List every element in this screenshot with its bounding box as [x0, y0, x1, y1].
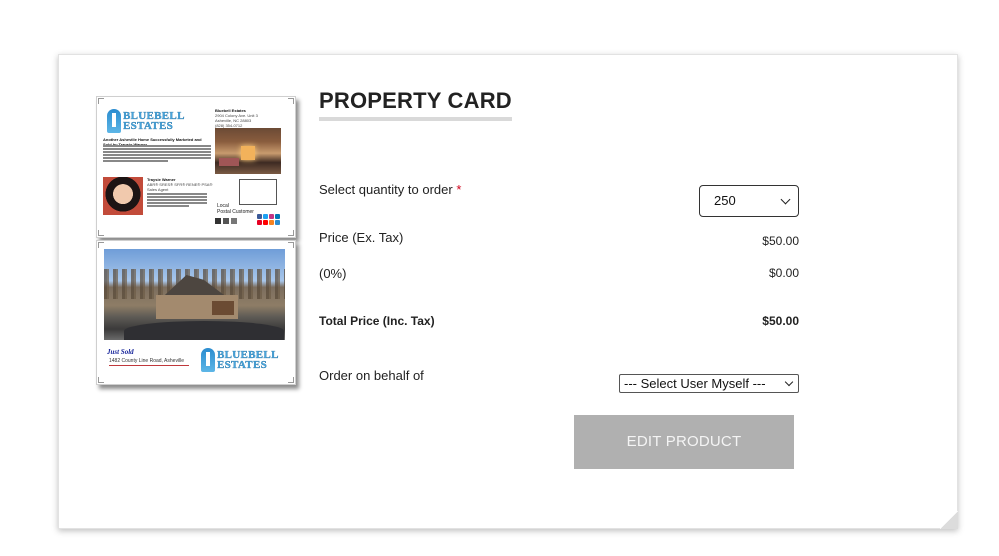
realtor-icon	[223, 218, 229, 224]
body-text-lines	[103, 145, 211, 164]
mls-icon	[231, 218, 237, 224]
quantity-label: Select quantity to order *	[319, 182, 462, 197]
crop-mark	[98, 230, 104, 236]
logo-line2: ESTATES	[123, 120, 173, 132]
bluebell-logo: BLUEBELL ESTATES	[201, 348, 279, 372]
web-icon	[275, 220, 280, 225]
order-behalf-label: Order on behalf of	[319, 368, 424, 383]
crop-mark	[288, 230, 294, 236]
crop-mark	[98, 377, 104, 383]
equal-housing-icon	[215, 218, 221, 224]
quantity-select[interactable]: 250	[699, 185, 799, 217]
price-value: $50.00	[762, 234, 799, 248]
bell-tower-icon	[201, 348, 215, 372]
crop-mark	[98, 242, 104, 248]
office-block: Bluebell Estates 2904 Colony Ave. Unit 3…	[215, 108, 283, 128]
interior-photo	[215, 128, 281, 174]
crop-mark	[288, 98, 294, 104]
crop-mark	[288, 377, 294, 383]
house-photo	[104, 249, 285, 340]
page-curl	[940, 511, 958, 529]
compliance-icons	[215, 218, 237, 224]
edit-product-button[interactable]: EDIT PRODUCT	[574, 415, 794, 469]
crop-mark	[98, 98, 104, 104]
agent-block: Traysie Warner ABR® SRES® SFR® RENE® PSA…	[147, 177, 213, 192]
logo-line2: ESTATES	[217, 359, 267, 371]
just-sold-label: Just Sold	[107, 348, 134, 356]
postcard-front-preview: BLUEBELL ESTATES Bluebell Estates 2904 C…	[96, 96, 296, 238]
mailing-address: Local Postal Customer	[217, 203, 254, 215]
required-marker: *	[456, 182, 462, 197]
price-label: Price (Ex. Tax)	[319, 230, 404, 245]
linkedin-icon	[275, 214, 280, 219]
pinterest-icon	[257, 220, 262, 225]
social-icons	[257, 214, 281, 225]
postage-stamp-box	[239, 179, 277, 205]
instagram-icon	[269, 214, 274, 219]
order-behalf-select[interactable]: --- Select User Myself ---	[619, 374, 799, 393]
product-title: PROPERTY CARD	[319, 88, 512, 121]
order-behalf-value: --- Select User Myself ---	[624, 376, 766, 391]
bluebell-logo: BLUEBELL ESTATES	[107, 109, 185, 133]
chevron-down-icon	[784, 377, 794, 387]
agent-photo	[103, 177, 143, 215]
crop-mark	[288, 242, 294, 248]
chevron-down-icon	[780, 194, 791, 205]
bell-tower-icon	[107, 109, 121, 133]
total-value: $50.00	[762, 314, 799, 328]
sold-address: 1482 County Line Road, Asheville	[109, 358, 189, 366]
twitter-icon	[263, 214, 268, 219]
quantity-value: 250	[714, 193, 736, 208]
postcard-back-preview: Just Sold 1482 County Line Road, Ashevil…	[96, 240, 296, 385]
tax-value: $0.00	[768, 266, 799, 280]
tax-label: (0%)	[319, 266, 347, 281]
agent-contact-lines	[147, 193, 207, 208]
facebook-icon	[257, 214, 262, 219]
youtube-icon	[263, 220, 268, 225]
blog-icon	[269, 220, 274, 225]
agent-role: Sales Agent	[147, 187, 169, 192]
total-label: Total Price (Inc. Tax)	[319, 314, 435, 328]
